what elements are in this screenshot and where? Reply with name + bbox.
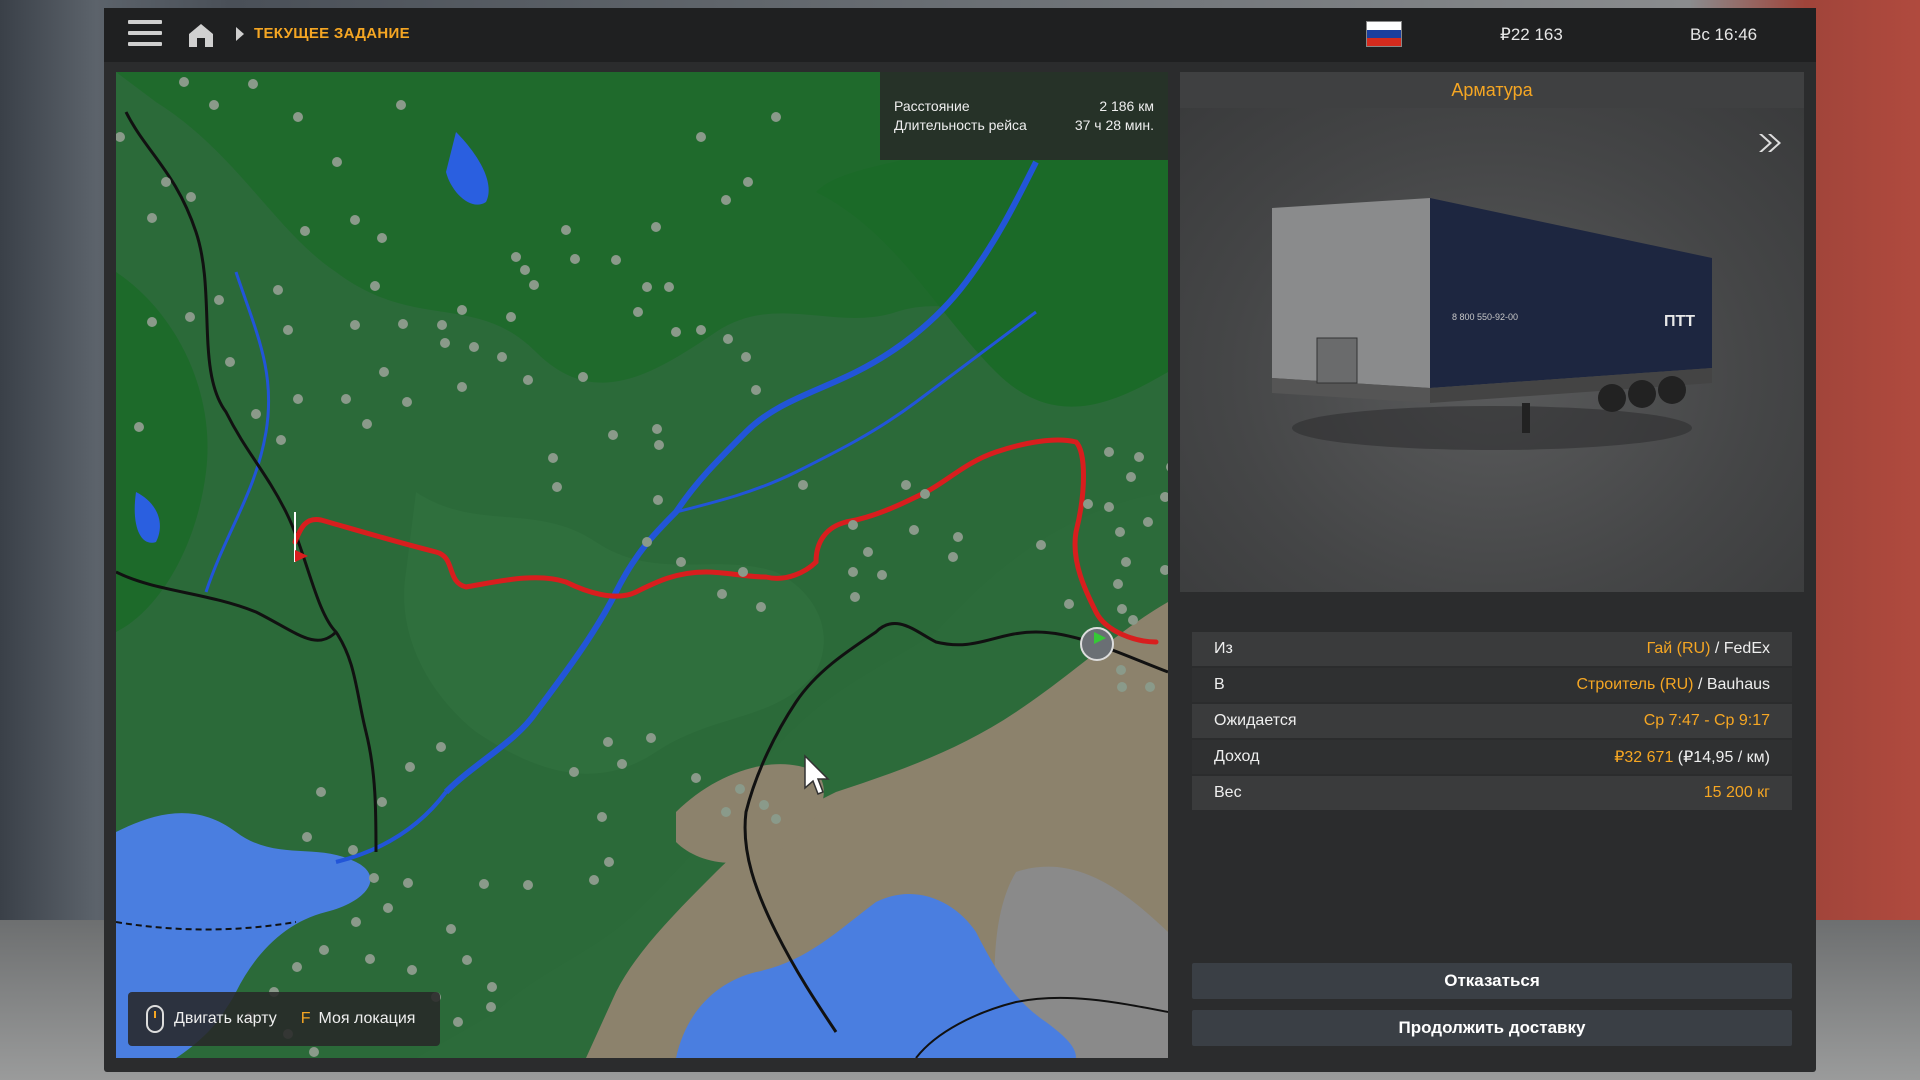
- weight-value: 15 200 кг: [1703, 784, 1770, 801]
- detail-row-from: Из Гай (RU) / FedEx: [1192, 632, 1792, 666]
- cargo-title: Арматура: [1180, 72, 1804, 108]
- top-bar: ТЕКУЩЕЕ ЗАДАНИЕ ₽22 163 Вс 16:46: [104, 8, 1816, 62]
- breadcrumb-arrow-icon: [236, 27, 244, 41]
- expected-value: Ср 7:47 - Ср 9:17: [1643, 712, 1770, 729]
- to-city: Строитель (RU): [1576, 676, 1694, 693]
- income-rate: (₽14,95 / км): [1673, 749, 1770, 766]
- to-label: В: [1214, 676, 1225, 693]
- job-details-list: Из Гай (RU) / FedEx В Строитель (RU) / B…: [1192, 632, 1792, 812]
- route-info-panel: Расстояние 2 186 км Длительность рейса 3…: [880, 72, 1168, 160]
- job-panel: Арматура 8 800 550-92-00 ПТТ Из Гай (RU)…: [1180, 72, 1804, 1058]
- game-clock: Вс 16:46: [1690, 25, 1758, 44]
- trailer-logo: ПТТ: [1664, 313, 1695, 330]
- duration-value: 37 ч 28 мин.: [1074, 117, 1154, 133]
- continue-delivery-button[interactable]: Продолжить доставку: [1192, 1010, 1792, 1046]
- trailer-image: 8 800 550-92-00 ПТТ: [1272, 198, 1712, 450]
- route-map[interactable]: Расстояние 2 186 км Длительность рейса 3…: [116, 72, 1168, 1058]
- fast-forward-icon[interactable]: [1758, 132, 1784, 154]
- to-company: / Bauhaus: [1693, 676, 1770, 693]
- money-balance: ₽22 163: [1500, 25, 1563, 44]
- mouse-icon: [146, 1005, 164, 1033]
- expected-label: Ожидается: [1214, 712, 1297, 729]
- from-label: Из: [1214, 640, 1233, 657]
- detail-row-weight: Вес 15 200 кг: [1192, 776, 1792, 810]
- decline-button[interactable]: Отказаться: [1192, 963, 1792, 999]
- home-icon[interactable]: [186, 20, 216, 50]
- distance-label: Расстояние: [894, 98, 970, 114]
- detail-row-to: В Строитель (RU) / Bauhaus: [1192, 668, 1792, 702]
- weight-label: Вес: [1214, 784, 1242, 801]
- cursor-icon: [804, 754, 830, 795]
- key-f-label: F: [300, 1010, 311, 1027]
- income-value: ₽32 671: [1614, 749, 1674, 766]
- map-canvas: [116, 72, 1168, 1058]
- trailer-phone: 8 800 550-92-00: [1452, 312, 1518, 322]
- hamburger-menu-icon[interactable]: [128, 20, 162, 50]
- breadcrumb-current: ТЕКУЩЕЕ ЗАДАНИЕ: [254, 25, 410, 42]
- trailer-preview: 8 800 550-92-00 ПТТ: [1180, 108, 1804, 592]
- my-location-label[interactable]: Моя локация: [319, 1010, 416, 1028]
- income-label: Доход: [1214, 748, 1260, 765]
- russia-flag-icon: [1366, 21, 1402, 47]
- duration-label: Длительность рейса: [894, 117, 1027, 133]
- detail-row-expected: Ожидается Ср 7:47 - Ср 9:17: [1192, 704, 1792, 738]
- map-controls: Двигать карту F Моя локация: [128, 992, 440, 1046]
- from-city: Гай (RU): [1646, 640, 1711, 657]
- detail-row-income: Доход ₽32 671 (₽14,95 / км): [1192, 740, 1792, 774]
- from-company: / FedEx: [1710, 640, 1770, 657]
- move-map-label[interactable]: Двигать карту: [174, 1010, 277, 1028]
- distance-value: 2 186 км: [1099, 98, 1154, 114]
